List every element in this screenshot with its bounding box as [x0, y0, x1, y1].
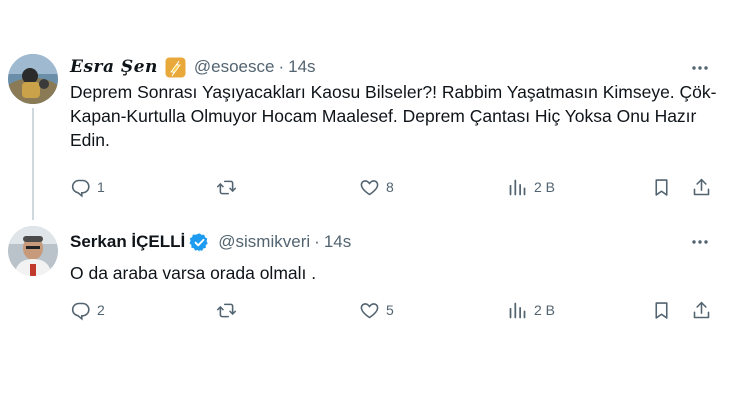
- timestamp[interactable]: 14s: [324, 232, 351, 252]
- views-icon: [509, 179, 526, 195]
- timestamp[interactable]: 14s: [288, 57, 315, 77]
- tweet-text: Deprem Sonrası Yaşıyacakları Kaosu Bilse…: [70, 82, 717, 150]
- like-count: 5: [386, 302, 394, 318]
- reply-icon: [71, 179, 90, 197]
- bookmark-icon: [655, 301, 668, 319]
- share-button[interactable]: [691, 175, 712, 199]
- tweet-text: O da araba varsa orada olmalı .: [70, 263, 317, 283]
- reply-count: 1: [97, 179, 105, 195]
- like-count: 8: [386, 179, 394, 195]
- display-name[interactable]: Esra Şen: [70, 57, 158, 77]
- heart-icon: [360, 302, 379, 318]
- share-icon: [693, 301, 710, 318]
- avatar[interactable]: [8, 54, 58, 104]
- share-button[interactable]: [691, 298, 712, 322]
- share-icon: [693, 178, 710, 195]
- like-button[interactable]: 5: [359, 298, 394, 322]
- separator-dot: ·: [278, 57, 285, 76]
- bookmark-button[interactable]: [651, 175, 672, 199]
- thread-line: [32, 108, 34, 220]
- avatar[interactable]: [8, 226, 58, 276]
- retweet-icon: [216, 180, 237, 194]
- tweet-header: Serkan İÇELLİ @sismikveri · 14s: [70, 230, 351, 254]
- view-count: 2 B: [534, 302, 556, 318]
- tweet[interactable]: Esra Şen @esoesce · 14s Deprem Sonrası Y…: [0, 44, 730, 220]
- retweet-button[interactable]: [216, 298, 243, 322]
- user-handle[interactable]: @esoesce: [194, 57, 275, 77]
- views-icon: [509, 302, 526, 318]
- action-bar: 2 5 2 B: [70, 298, 720, 322]
- retweet-button[interactable]: [216, 175, 243, 199]
- bookmark-button[interactable]: [651, 298, 672, 322]
- more-icon[interactable]: [688, 56, 712, 80]
- reply-icon: [71, 302, 90, 320]
- like-button[interactable]: 8: [359, 175, 394, 199]
- tweet[interactable]: Serkan İÇELLİ @sismikveri · 14s O da ara…: [0, 218, 730, 333]
- separator-dot: ·: [314, 232, 320, 251]
- bookmark-icon: [655, 178, 668, 196]
- reply-button[interactable]: 2: [70, 298, 105, 322]
- verified-badge-icon: [189, 232, 210, 253]
- user-handle[interactable]: @sismikveri: [218, 232, 310, 252]
- retweet-icon: [216, 303, 237, 317]
- gold-star-icon: [165, 57, 186, 78]
- top-divider: [0, 0, 730, 1]
- action-bar: 1 8 2 B: [70, 175, 720, 199]
- reply-button[interactable]: 1: [70, 175, 105, 199]
- display-name[interactable]: Serkan İÇELLİ: [70, 232, 185, 252]
- tweet-header: Esra Şen @esoesce · 14s: [70, 55, 316, 79]
- reply-count: 2: [97, 302, 105, 318]
- view-count: 2 B: [534, 179, 556, 195]
- views-button[interactable]: 2 B: [507, 175, 555, 199]
- views-button[interactable]: 2 B: [507, 298, 555, 322]
- heart-icon: [360, 179, 379, 195]
- more-icon[interactable]: [688, 230, 712, 254]
